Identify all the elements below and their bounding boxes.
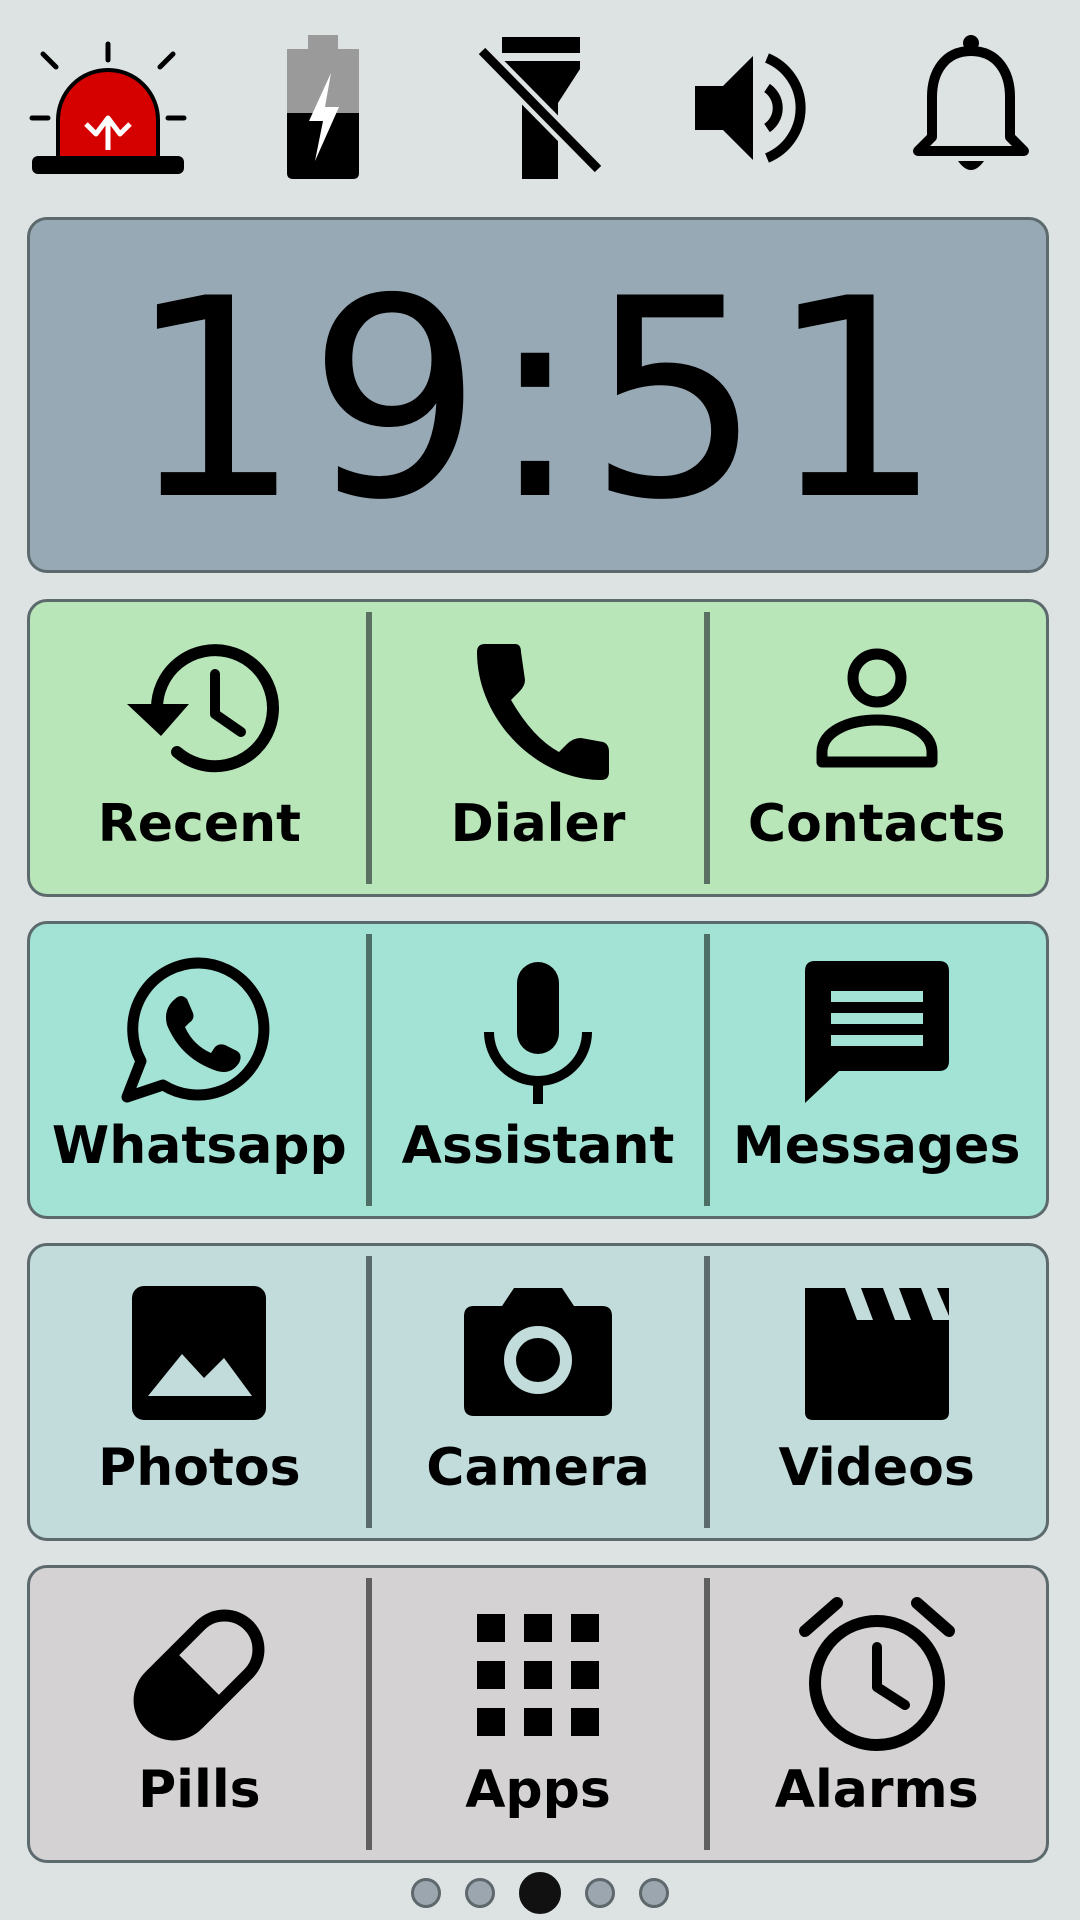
message-icon <box>804 961 949 1103</box>
tile-label: Alarms <box>774 1760 979 1820</box>
person-icon <box>816 648 938 768</box>
tile-label: Recent <box>97 794 301 854</box>
home-screen: 19:51 Recent Dialer Contacts Whatsapp As… <box>0 0 1080 1920</box>
assistant-tile[interactable]: Assistant <box>365 924 708 1216</box>
tile-label: Assistant <box>401 1116 675 1176</box>
recent-tile[interactable]: Recent <box>30 602 369 894</box>
notifications-button[interactable] <box>886 20 1056 195</box>
alarm-clock-icon <box>798 1597 955 1751</box>
alarms-tile[interactable]: Alarms <box>704 1568 1046 1860</box>
page-dot-5[interactable] <box>639 1878 669 1908</box>
tile-label: Messages <box>732 1116 1021 1176</box>
history-icon <box>127 644 280 773</box>
media-row: Photos Camera Videos <box>27 1243 1049 1541</box>
tile-label: Whatsapp <box>51 1116 347 1176</box>
sos-alarm-icon <box>29 41 187 174</box>
communication-row: Recent Dialer Contacts <box>27 599 1049 897</box>
battery-charging-icon <box>287 34 359 179</box>
apps-tile[interactable]: Apps <box>365 1568 708 1860</box>
flashlight-off-icon <box>471 36 609 179</box>
page-dot-2[interactable] <box>465 1878 495 1908</box>
whatsapp-tile[interactable]: Whatsapp <box>30 924 369 1216</box>
image-icon <box>132 1286 267 1420</box>
whatsapp-icon <box>121 957 270 1103</box>
page-dot-3-active[interactable] <box>519 1872 561 1914</box>
chat-row: Whatsapp Assistant Messages <box>27 921 1049 1219</box>
dialer-tile[interactable]: Dialer <box>365 602 708 894</box>
tools-row: Pills Apps Alarms <box>27 1565 1049 1863</box>
tile-label: Videos <box>778 1438 975 1498</box>
tile-label: Contacts <box>747 794 1006 854</box>
camera-icon <box>464 1288 612 1416</box>
volume-button[interactable] <box>672 20 842 195</box>
volume-icon <box>695 52 806 163</box>
videos-tile[interactable]: Videos <box>704 1246 1046 1538</box>
phone-icon <box>477 644 609 780</box>
quick-action-bar <box>0 20 1080 195</box>
microphone-icon <box>484 962 592 1104</box>
bell-icon <box>913 34 1029 170</box>
clock-time: 19:51 <box>126 239 950 560</box>
messages-tile[interactable]: Messages <box>704 924 1046 1216</box>
clock-widget[interactable]: 19:51 <box>27 217 1049 573</box>
sos-button[interactable] <box>23 20 193 195</box>
battery-button[interactable] <box>238 20 408 195</box>
tile-label: Pills <box>138 1760 261 1820</box>
contacts-tile[interactable]: Contacts <box>704 602 1046 894</box>
page-dot-1[interactable] <box>411 1878 441 1908</box>
camera-tile[interactable]: Camera <box>365 1246 708 1538</box>
tile-label: Camera <box>426 1438 650 1498</box>
flashlight-button[interactable] <box>455 20 625 195</box>
tile-label: Dialer <box>450 794 626 854</box>
pills-tile[interactable]: Pills <box>30 1568 369 1860</box>
apps-grid-icon <box>477 1614 599 1736</box>
tile-label: Apps <box>465 1760 611 1820</box>
photos-tile[interactable]: Photos <box>30 1246 369 1538</box>
pill-icon <box>133 1609 265 1741</box>
page-indicator <box>0 1871 1080 1915</box>
page-dot-4[interactable] <box>585 1878 615 1908</box>
clapperboard-icon <box>804 1288 949 1420</box>
tile-label: Photos <box>98 1438 301 1498</box>
